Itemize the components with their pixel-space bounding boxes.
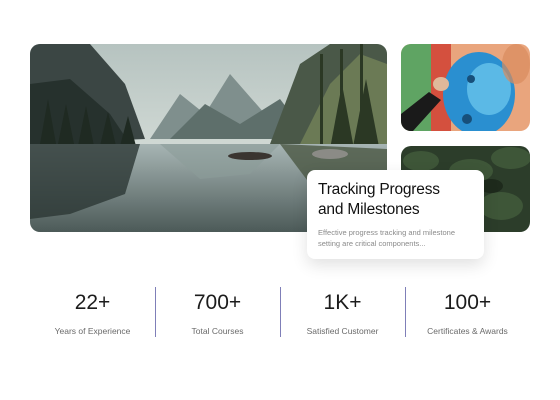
card-title-line-2: and Milestones bbox=[318, 201, 420, 218]
stat-label: Satisfied Customer bbox=[306, 326, 379, 336]
stat-value: 1K+ bbox=[323, 291, 362, 314]
stat-label: Certificates & Awards bbox=[427, 326, 508, 336]
card-description-line-1: Effective progress tracking and mileston… bbox=[318, 228, 456, 237]
stat-label: Total Courses bbox=[191, 326, 244, 336]
mural-illustration bbox=[401, 44, 530, 131]
stat-years-experience: 22+ Years of Experience bbox=[30, 287, 155, 337]
stat-label: Years of Experience bbox=[54, 326, 131, 336]
stat-satisfied-customer: 1K+ Satisfied Customer bbox=[280, 287, 405, 337]
stats-row: 22+ Years of Experience 700+ Total Cours… bbox=[30, 287, 530, 337]
card-description: Effective progress tracking and mileston… bbox=[318, 227, 473, 249]
card-title: Tracking Progress and Milestones bbox=[318, 180, 473, 220]
feature-card[interactable]: Tracking Progress and Milestones Effecti… bbox=[307, 170, 484, 259]
mural-painting-image bbox=[401, 44, 530, 131]
stat-certificates-awards: 100+ Certificates & Awards bbox=[405, 287, 530, 337]
stat-total-courses: 700+ Total Courses bbox=[155, 287, 280, 337]
card-description-line-2: setting are critical components... bbox=[318, 239, 426, 248]
stat-value: 700+ bbox=[193, 291, 242, 314]
card-title-line-1: Tracking Progress bbox=[318, 181, 440, 198]
stat-value: 22+ bbox=[74, 291, 111, 314]
stat-value: 100+ bbox=[443, 291, 492, 314]
page: Tracking Progress and Milestones Effecti… bbox=[0, 0, 560, 400]
